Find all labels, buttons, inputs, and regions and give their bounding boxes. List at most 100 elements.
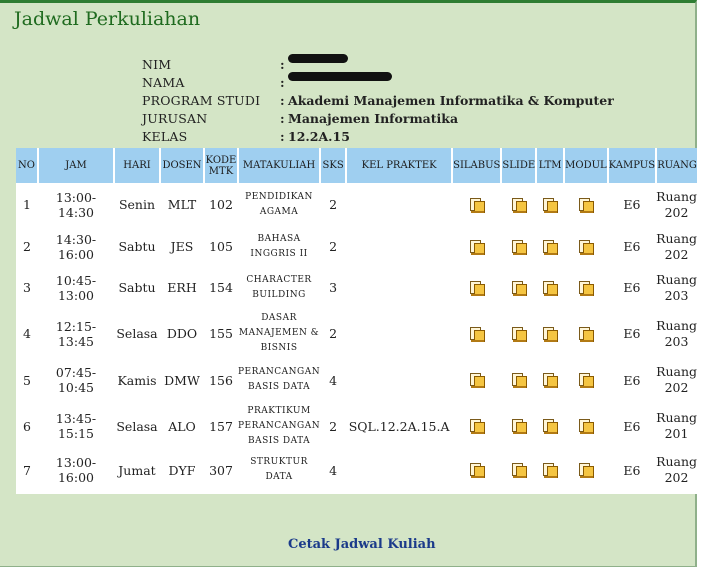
cell-matakuliah: CHARACTER BUILDING [238, 267, 321, 308]
table-row: 3 10:45-13:00 Sabtu ERH 154 CHARACTER BUILDIN… [16, 267, 698, 308]
nim-colon: : [280, 57, 285, 72]
info-row-nama: NAMA : [142, 72, 614, 92]
cell-dosen: DMW [160, 359, 204, 401]
cell-kode-mtk: 307 [204, 451, 238, 489]
cell-jam: 14:30-16:00 [38, 226, 114, 267]
cell-kode-mtk: 157 [204, 401, 238, 451]
cell-jam: 07:45-10:45 [38, 359, 114, 401]
header-kel-praktek: KEL PRAKTEK [346, 148, 454, 183]
cell-kode-mtk: 155 [204, 308, 238, 359]
ltm-download-icon[interactable] [542, 419, 559, 434]
cell-ruang: Ruang 202 [656, 451, 698, 489]
modul-download-icon[interactable] [578, 326, 594, 342]
nim-redacted-value [288, 54, 348, 63]
cell-hari: Kamis [114, 359, 160, 401]
cell-slide [501, 359, 537, 401]
slide-download-icon[interactable] [511, 326, 527, 342]
ltm-download-icon[interactable] [542, 197, 559, 213]
cell-ruang: Ruang 203 [656, 308, 698, 359]
silabus-download-icon[interactable] [469, 373, 485, 388]
ltm-download-icon[interactable] [542, 280, 559, 296]
cell-matakuliah: BAHASA INGGRIS II [238, 226, 321, 267]
nama-label: NAMA [142, 75, 185, 90]
cell-kode-mtk: 102 [204, 183, 238, 226]
cell-matakuliah: PENDIDIKAN AGAMA [238, 183, 321, 226]
header-jam: JAM [38, 148, 115, 183]
cell-hari: Senin [114, 183, 160, 226]
cell-jam: 13:45-15:15 [38, 401, 114, 451]
silabus-download-icon[interactable] [469, 463, 485, 478]
cell-silabus [452, 359, 502, 401]
silabus-download-icon[interactable] [469, 197, 485, 213]
schedule-table: NO JAM HARI DOSEN KODE MTK MATAKULIAH SK… [16, 148, 698, 489]
cell-no: 5 [16, 359, 38, 401]
slide-download-icon[interactable] [511, 373, 527, 388]
slide-download-icon[interactable] [511, 463, 527, 478]
ltm-download-icon[interactable] [542, 463, 559, 478]
cell-sks: 4 [320, 359, 347, 401]
slide-download-icon[interactable] [511, 419, 527, 434]
cell-dosen: DDO [160, 308, 204, 359]
cell-kampus: E6 [607, 359, 657, 401]
cell-slide [501, 451, 537, 489]
cell-kel-praktek: SQL.12.2A.15.A [346, 401, 453, 451]
modul-download-icon[interactable] [578, 280, 594, 296]
cell-modul [564, 308, 608, 359]
cell-sks: 2 [320, 183, 347, 226]
nim-label: NIM [142, 57, 172, 72]
kelas-label: KELAS [142, 129, 188, 144]
slide-download-icon[interactable] [511, 280, 527, 296]
ltm-download-icon[interactable] [542, 239, 559, 255]
cell-jam: 10:45-13:00 [38, 267, 114, 308]
cell-silabus [452, 401, 502, 451]
print-schedule-link[interactable]: Cetak Jadwal Kuliah [288, 537, 436, 552]
cell-matakuliah: STRUKTUR DATA [238, 451, 321, 489]
cell-no: 3 [16, 267, 38, 308]
kelas-value: 12.2A.15 [288, 129, 350, 144]
cell-ltm [536, 451, 565, 489]
jurusan-value: Manajemen Informatika [288, 111, 459, 126]
cell-hari: Jumat [114, 451, 160, 489]
cell-ltm [536, 267, 565, 308]
ltm-download-icon[interactable] [542, 326, 559, 342]
modul-download-icon[interactable] [578, 239, 594, 255]
silabus-download-icon[interactable] [469, 326, 485, 342]
cell-sks: 3 [320, 267, 347, 308]
table-row: 4 12:15-13:45 Selasa DDO 155 DASAR MANAJEMEN … [16, 308, 698, 359]
header-kode-mtk: KODE MTK [204, 148, 239, 183]
header-no: NO [16, 148, 39, 183]
cell-jam: 12:15-13:45 [38, 308, 114, 359]
cell-kel-praktek [346, 267, 453, 308]
program-studi-colon: : [280, 93, 285, 108]
modul-download-icon[interactable] [578, 197, 594, 213]
cell-matakuliah: PRAKTIKUM PERANCANGAN BASIS DATA [238, 401, 321, 451]
ltm-download-icon[interactable] [542, 373, 559, 388]
cell-jam: 13:00-16:00 [38, 451, 114, 489]
table-row: 7 13:00-16:00 Jumat DYF 307 STRUKTUR DATA 4 E6 R… [16, 451, 698, 489]
cell-modul [564, 401, 608, 451]
silabus-download-icon[interactable] [469, 280, 485, 296]
modul-download-icon[interactable] [578, 463, 594, 478]
cell-ltm [536, 226, 565, 267]
cell-silabus [452, 183, 502, 226]
slide-download-icon[interactable] [511, 197, 527, 213]
cell-silabus [452, 226, 502, 267]
cell-ltm [536, 359, 565, 401]
silabus-download-icon[interactable] [469, 419, 485, 434]
cell-modul [564, 267, 608, 308]
header-dosen: DOSEN [160, 148, 205, 183]
cell-modul [564, 451, 608, 489]
header-matakuliah: MATAKULIAH [238, 148, 322, 183]
silabus-download-icon[interactable] [469, 239, 485, 255]
cell-sks: 2 [320, 226, 347, 267]
cell-silabus [452, 451, 502, 489]
cell-slide [501, 183, 537, 226]
slide-download-icon[interactable] [511, 239, 527, 255]
modul-download-icon[interactable] [578, 419, 594, 434]
cell-matakuliah: DASAR MANAJEMEN & BISNIS [238, 308, 321, 359]
cell-no: 7 [16, 451, 38, 489]
table-row: 5 07:45-10:45 Kamis DMW 156 PERANCANGAN BASIS… [16, 359, 698, 401]
cell-kampus: E6 [607, 401, 657, 451]
modul-download-icon[interactable] [578, 373, 594, 388]
cell-kampus: E6 [607, 183, 657, 226]
